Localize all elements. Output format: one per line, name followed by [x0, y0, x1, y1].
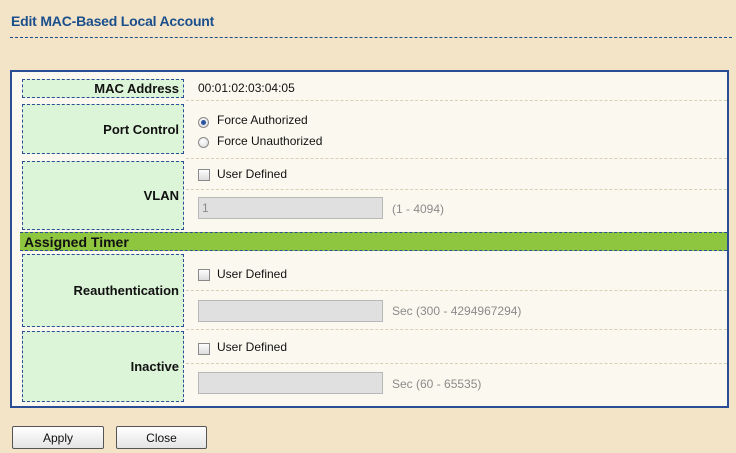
inactive-input[interactable] [198, 372, 383, 394]
apply-button[interactable]: Apply [12, 426, 104, 449]
force-authorized-radio[interactable] [198, 117, 209, 128]
vlan-user-defined-label[interactable]: User Defined [217, 167, 287, 181]
inactive-label-cell: Inactive [22, 331, 184, 402]
vlan-input[interactable] [198, 197, 383, 219]
row-divider [186, 290, 727, 291]
reauthentication-user-defined-label[interactable]: User Defined [217, 267, 287, 281]
reauthentication-user-defined-checkbox[interactable] [198, 269, 210, 281]
inactive-label: Inactive [130, 359, 179, 374]
force-unauthorized-radio[interactable] [198, 137, 209, 148]
reauthentication-input[interactable] [198, 300, 383, 322]
port-control-label: Port Control [103, 121, 179, 137]
vlan-range-hint: (1 - 4094) [392, 202, 445, 216]
row-divider [186, 363, 727, 364]
assigned-timer-section-header: Assigned Timer [20, 232, 727, 251]
reauthentication-range-hint: Sec (300 - 4294967294) [392, 304, 522, 318]
row-divider [186, 158, 727, 159]
vlan-user-defined-checkbox[interactable] [198, 169, 210, 181]
inactive-user-defined-checkbox[interactable] [198, 343, 210, 355]
mac-address-label: MAC Address [94, 81, 179, 96]
mac-address-value: 00:01:02:03:04:05 [198, 81, 295, 95]
mac-address-label-cell: MAC Address [22, 79, 184, 98]
row-divider [186, 100, 727, 101]
force-unauthorized-label[interactable]: Force Unauthorized [217, 134, 322, 148]
row-divider [186, 329, 727, 330]
force-authorized-label[interactable]: Force Authorized [217, 113, 308, 127]
vlan-label-cell: VLAN [22, 161, 184, 230]
title-divider [10, 37, 732, 38]
reauthentication-label: Reauthentication [73, 283, 179, 298]
vlan-label: VLAN [143, 188, 179, 203]
reauthentication-label-cell: Reauthentication [22, 254, 184, 327]
edit-account-panel: MAC Address 00:01:02:03:04:05 Port Contr… [10, 70, 729, 408]
inactive-user-defined-label[interactable]: User Defined [217, 340, 287, 354]
close-button[interactable]: Close [116, 426, 207, 449]
inactive-range-hint: Sec (60 - 65535) [392, 377, 482, 391]
page-title: Edit MAC-Based Local Account [11, 13, 215, 29]
assigned-timer-title: Assigned Timer [24, 234, 129, 250]
port-control-label-cell: Port Control [22, 104, 184, 154]
row-divider [186, 189, 727, 190]
